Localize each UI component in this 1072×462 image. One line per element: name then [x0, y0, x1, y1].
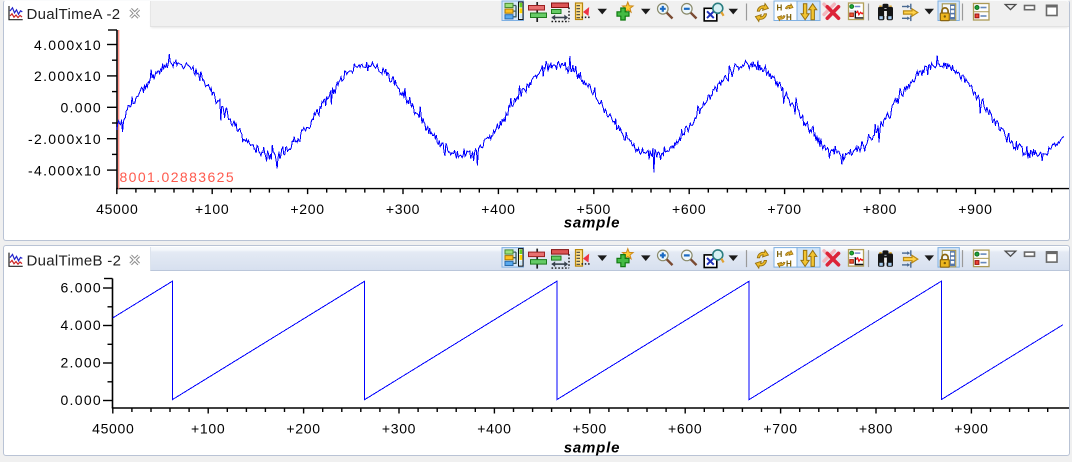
- svg-text:+100: +100: [195, 201, 229, 217]
- svg-text:+500: +500: [573, 421, 607, 437]
- svg-text:0.000: 0.000: [60, 392, 102, 408]
- svg-text:2.000x10: 2.000x10: [34, 68, 102, 84]
- svg-text:+100: +100: [191, 421, 225, 437]
- svg-text:+400: +400: [481, 201, 515, 217]
- svg-text:sample: sample: [564, 215, 621, 232]
- svg-text:+300: +300: [382, 421, 416, 437]
- svg-text:-2.000x10: -2.000x10: [28, 131, 102, 147]
- svg-text:8001.02883625: 8001.02883625: [120, 169, 236, 185]
- svg-text:+600: +600: [672, 201, 706, 217]
- svg-text:+800: +800: [859, 421, 893, 437]
- svg-text:+700: +700: [767, 201, 801, 217]
- svg-text:6.000: 6.000: [60, 280, 102, 296]
- svg-text:DualTimeA -2: DualTimeA -2: [27, 6, 121, 23]
- svg-text:+600: +600: [668, 421, 702, 437]
- svg-text:4.000x10: 4.000x10: [34, 37, 102, 53]
- svg-text:DualTimeB -2: DualTimeB -2: [27, 252, 122, 269]
- svg-text:sample: sample: [564, 440, 621, 457]
- svg-text:4.000: 4.000: [60, 317, 102, 333]
- svg-text:2.000: 2.000: [60, 355, 102, 371]
- svg-text:45000: 45000: [92, 421, 134, 437]
- svg-text:+200: +200: [290, 201, 324, 217]
- svg-text:+400: +400: [477, 421, 511, 437]
- svg-text:+900: +900: [954, 421, 988, 437]
- svg-text:+800: +800: [863, 201, 897, 217]
- svg-text:+900: +900: [958, 201, 992, 217]
- svg-text:+700: +700: [763, 421, 797, 437]
- svg-text:+300: +300: [386, 201, 420, 217]
- svg-text:0.000: 0.000: [60, 100, 102, 116]
- svg-text:+200: +200: [286, 421, 320, 437]
- svg-text:-4.000x10: -4.000x10: [28, 162, 102, 178]
- svg-text:45000: 45000: [96, 201, 138, 217]
